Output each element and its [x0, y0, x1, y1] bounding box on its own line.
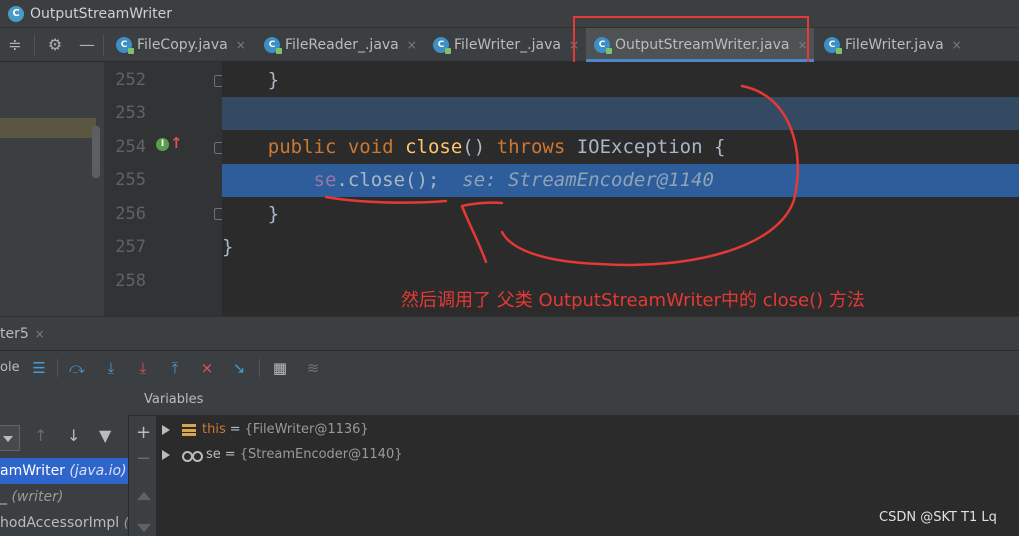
toolbar-divider — [34, 34, 35, 56]
editor-gutter: 252 253 254 255 256 257 258 I ↑ — [104, 62, 226, 316]
line-number: 253 — [115, 103, 146, 123]
inline-debug-value: se: StreamEncoder@1140 — [462, 169, 714, 191]
selected-tree-row[interactable] — [0, 118, 96, 138]
trace-icon[interactable]: ≋ — [302, 357, 324, 379]
line-number: 254 — [115, 137, 146, 157]
toolbar-divider — [103, 34, 104, 56]
line-number: 258 — [115, 271, 146, 291]
editor-tab-bar: ≑ ⚙ — C FileCopy.java × C FileReader_.ja… — [0, 28, 1019, 62]
remove-watch-icon[interactable]: − — [136, 448, 151, 469]
code-line-257: } — [222, 236, 234, 258]
code-line-255-execution-point: se.close(); se: StreamEncoder@1140 — [222, 164, 1019, 197]
debug-toolbar: ole ☰ ⤼ ⤓ ⤓ ⤒ ⨯ ↘ ▦ ≋ — [0, 350, 1019, 384]
gear-icon[interactable]: ⚙ — [46, 36, 64, 54]
arrow-down-icon[interactable]: ↓ — [67, 426, 80, 445]
tab-label: FileCopy.java — [137, 37, 228, 53]
keyword: public — [267, 136, 337, 158]
close-icon[interactable]: × — [236, 38, 246, 52]
code-editor[interactable]: } public void close() throws IOException… — [222, 62, 1019, 316]
close-icon[interactable]: × — [407, 38, 417, 52]
variable-row-this[interactable]: this = {FileWriter@1136} — [156, 418, 369, 442]
watermark: CSDN @SKT T1 Lq — [879, 510, 997, 525]
keyword: throws — [496, 136, 566, 158]
annotation-text: 然后调用了 父类 OutputStreamWriter中的 close() 方法 — [401, 290, 865, 311]
java-class-icon: C — [116, 37, 134, 54]
evaluate-expression-icon[interactable]: ▦ — [269, 357, 291, 379]
collapse-all-icon[interactable]: ≑ — [6, 36, 24, 54]
java-class-icon: C — [264, 37, 282, 54]
frame-row[interactable]: amWriter (java.io) — [0, 458, 128, 484]
line-number: 252 — [115, 70, 146, 90]
exception-type: IOException { — [576, 136, 726, 158]
arrow-up-icon[interactable]: ↑ — [34, 426, 47, 445]
scrollbar-thumb[interactable] — [92, 126, 100, 178]
debug-panel-header: ter5 × — [0, 316, 1019, 350]
java-class-icon: C — [433, 37, 451, 54]
override-arrow-icon[interactable]: ↑ — [170, 134, 183, 152]
code-line-253 — [222, 97, 1019, 130]
run-to-cursor-icon[interactable]: ↘ — [228, 357, 250, 379]
menu-icon[interactable]: ☰ — [28, 357, 50, 379]
tab-filereader[interactable]: C FileReader_.java × — [256, 28, 424, 62]
tab-label: FileWriter_.java — [454, 37, 561, 53]
tab-filewriter-underscore[interactable]: C FileWriter_.java × — [425, 28, 585, 62]
add-watch-icon[interactable]: + — [136, 422, 151, 443]
line-number: 257 — [115, 237, 146, 257]
filter-icon[interactable]: ▼ — [99, 426, 111, 445]
move-down-icon[interactable] — [137, 524, 151, 532]
code-line-254: public void close() throws IOException { — [267, 136, 726, 158]
force-step-into-icon[interactable]: ⤓ — [132, 357, 154, 379]
expand-arrow-icon[interactable] — [162, 425, 170, 435]
code-line-252: } — [222, 69, 280, 91]
step-out-icon[interactable]: ⤒ — [164, 357, 186, 379]
tab-filewriter[interactable]: C FileWriter.java × — [816, 28, 976, 62]
variables-header: Variables — [128, 384, 1019, 416]
toolbar-divider — [57, 359, 58, 377]
close-icon[interactable]: × — [952, 38, 962, 52]
line-number: 255 — [115, 170, 146, 190]
hide-icon[interactable]: — — [78, 36, 96, 54]
field-reference: se — [313, 169, 337, 191]
method-name: close — [405, 136, 463, 158]
toolbar-divider — [259, 359, 260, 377]
close-icon[interactable]: × — [35, 327, 45, 341]
tab-filecopy[interactable]: C FileCopy.java × — [108, 28, 255, 62]
step-over-icon[interactable]: ⤼ — [66, 357, 88, 379]
tab-label: FileWriter.java — [845, 37, 944, 53]
class-file-icon: C — [8, 5, 24, 22]
thread-dropdown[interactable] — [0, 425, 20, 451]
watch-glasses-icon — [182, 449, 203, 462]
debug-session-tab[interactable]: ter5 × — [0, 317, 45, 351]
code-line-256: } — [222, 203, 280, 225]
field-icon — [182, 424, 196, 436]
frames-panel: ↑ ↓ ▼ amWriter (java.io) _ (writer) hodA… — [0, 384, 128, 536]
tab-label: FileReader_.java — [285, 37, 399, 53]
drop-frame-icon[interactable]: ⨯ — [196, 357, 218, 379]
project-panel — [0, 62, 104, 316]
expand-arrow-icon[interactable] — [162, 450, 170, 460]
window-title: OutputStreamWriter — [30, 5, 173, 22]
debug-session-label: ter5 — [0, 326, 29, 342]
line-number: 256 — [115, 204, 146, 224]
frame-row[interactable]: hodAccessorImpl (s — [0, 510, 128, 536]
console-tab-label[interactable]: ole — [0, 351, 20, 385]
implements-marker-icon[interactable]: I — [156, 138, 169, 151]
move-up-icon[interactable] — [137, 492, 151, 500]
keyword: void — [347, 136, 394, 158]
frame-row[interactable]: _ (writer) — [0, 484, 128, 510]
step-into-icon[interactable]: ⤓ — [100, 357, 122, 379]
variable-row-se[interactable]: se = {StreamEncoder@1140} — [156, 443, 403, 467]
java-class-icon: C — [824, 37, 842, 54]
title-bar: C OutputStreamWriter — [0, 0, 1019, 28]
